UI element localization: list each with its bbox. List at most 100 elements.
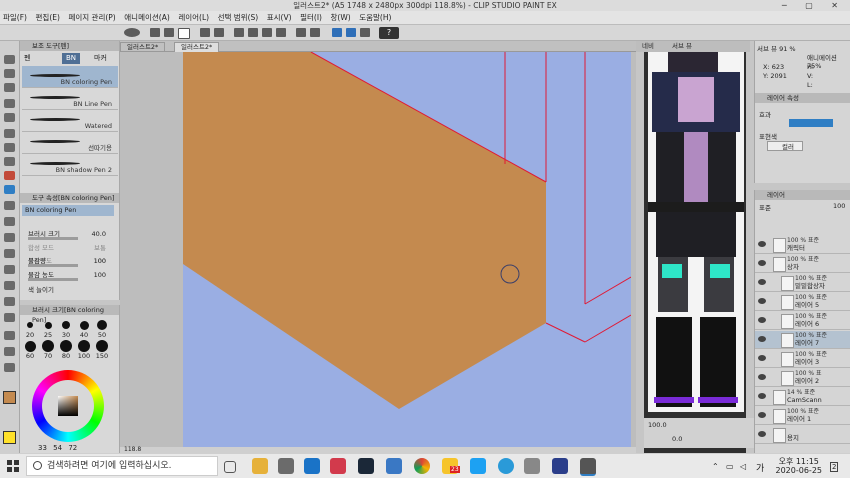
crop-icon[interactable] xyxy=(296,28,306,37)
notification-center-icon[interactable]: 2 xyxy=(830,462,839,472)
layer-row[interactable]: 100 % 표준 레이어 5 xyxy=(755,293,850,311)
layer-row[interactable]: 100 % 표준 레이어 3 xyxy=(755,350,850,368)
balloon-tool-icon[interactable] xyxy=(4,347,15,356)
tab-subview[interactable]: 서브 뷰 xyxy=(672,41,692,52)
brush-item[interactable]: BN Line Pen xyxy=(22,88,118,110)
move-tool-icon[interactable] xyxy=(4,55,15,64)
pen-tool-icon[interactable] xyxy=(4,143,15,152)
chrome-icon[interactable] xyxy=(414,458,430,474)
menu-view[interactable]: 표시(V) xyxy=(264,11,295,25)
steam-icon[interactable] xyxy=(358,458,374,474)
clip-studio-launcher-icon[interactable] xyxy=(524,458,540,474)
tab-bn[interactable]: BN xyxy=(62,53,81,64)
layer-row[interactable]: 100 % 표준 캐릭터 xyxy=(755,236,850,254)
brush-tool-icon[interactable] xyxy=(4,171,15,180)
menu-file[interactable]: 파일(F) xyxy=(0,11,30,25)
brush-item[interactable]: 선따기용 xyxy=(22,132,118,154)
brush-size-dot[interactable] xyxy=(79,320,89,330)
brush-size-dot[interactable] xyxy=(60,340,72,352)
taskbar-search-input[interactable]: 검색하려면 여기에 입력하십시오. xyxy=(26,456,218,476)
app-icon[interactable] xyxy=(330,458,346,474)
twitter-icon[interactable] xyxy=(470,458,486,474)
saturation-value-square[interactable] xyxy=(58,396,78,416)
layer-row[interactable]: 용지 xyxy=(755,426,850,444)
open-folder-icon[interactable] xyxy=(164,28,174,37)
canvas[interactable] xyxy=(183,52,631,447)
menu-page[interactable]: 페이지 관리(P) xyxy=(65,11,118,25)
brush-size-dot[interactable] xyxy=(42,340,54,352)
tab-illust-1[interactable]: 일러스트2* xyxy=(120,42,166,52)
window-controls[interactable]: ─ ▢ ✕ xyxy=(782,0,846,11)
app-icon-2[interactable] xyxy=(552,458,568,474)
correct-line-tool-icon[interactable] xyxy=(4,363,15,372)
task-view-icon[interactable] xyxy=(224,461,236,473)
decoration-tool-icon[interactable] xyxy=(4,201,15,210)
eye-icon[interactable] xyxy=(758,393,766,399)
menu-animation[interactable]: 애니메이션(A) xyxy=(121,11,172,25)
brush-size-dot[interactable] xyxy=(24,340,36,352)
clock[interactable]: 오후 11:15 2020-06-25 xyxy=(776,457,823,475)
brush-item[interactable]: BN shadow Pen 2 xyxy=(22,154,118,176)
menu-selection[interactable]: 선택 범위(S) xyxy=(215,11,262,25)
operation-tool-icon[interactable] xyxy=(4,83,15,92)
eye-icon[interactable] xyxy=(758,355,766,361)
color-mode-select[interactable]: 컬러 xyxy=(767,141,803,151)
color-wheel[interactable] xyxy=(32,370,104,442)
eye-icon[interactable] xyxy=(758,260,766,266)
menu-window[interactable]: 창(W) xyxy=(328,11,354,25)
layer-row[interactable]: 100 % 표준 레이어 1 xyxy=(755,407,850,425)
brush-item[interactable]: BN coloring Pen xyxy=(22,66,118,88)
store-icon[interactable] xyxy=(278,458,294,474)
selection-icon[interactable] xyxy=(310,28,320,37)
property-row[interactable]: 물감량 100 xyxy=(28,255,116,267)
blend-mode[interactable]: 표준 xyxy=(759,202,771,212)
network-icon[interactable]: ▭ xyxy=(726,462,734,471)
eye-icon[interactable] xyxy=(758,279,766,285)
mail-icon[interactable] xyxy=(386,458,402,474)
navigator-preview[interactable] xyxy=(648,52,744,412)
new-file-icon[interactable] xyxy=(150,28,160,37)
edge-icon[interactable] xyxy=(304,458,320,474)
tab-illust-2[interactable]: 일러스트2* xyxy=(174,42,220,52)
brush-size-dot[interactable] xyxy=(62,321,70,329)
property-row[interactable]: 색 늘이기 xyxy=(28,284,116,296)
fill-icon[interactable] xyxy=(262,28,272,37)
figure-tool-icon[interactable] xyxy=(4,281,15,290)
save-icon[interactable] xyxy=(178,28,190,39)
help-button[interactable]: ? xyxy=(379,27,399,39)
property-row[interactable]: 브러시 크기 40.0 xyxy=(28,228,116,240)
brush-size-dot[interactable] xyxy=(96,340,108,352)
eraser-tool-icon[interactable] xyxy=(4,217,15,226)
snap-grid-icon[interactable] xyxy=(346,28,356,37)
eye-icon[interactable] xyxy=(758,336,766,342)
kakaotalk-icon[interactable]: 23 xyxy=(442,458,460,474)
transform-icon[interactable] xyxy=(234,28,244,37)
edge-new-icon[interactable] xyxy=(498,458,514,474)
menu-filter[interactable]: 필터(I) xyxy=(297,11,325,25)
file-explorer-icon[interactable] xyxy=(252,458,268,474)
redo-icon[interactable] xyxy=(214,28,224,37)
menu-help[interactable]: 도움말(H) xyxy=(356,11,394,25)
eye-icon[interactable] xyxy=(758,431,766,437)
ruler-tool-icon[interactable] xyxy=(4,313,15,322)
brush-item[interactable]: Watered xyxy=(22,110,118,132)
layer-row[interactable]: 100 % 표 레이어 2 xyxy=(755,369,850,387)
auto-select-tool-icon[interactable] xyxy=(4,113,15,122)
menu-layer[interactable]: 레이어(L) xyxy=(175,11,212,25)
windows-start-icon[interactable] xyxy=(7,460,19,472)
undo-icon[interactable] xyxy=(200,28,210,37)
eye-icon[interactable] xyxy=(758,412,766,418)
eye-icon[interactable] xyxy=(758,241,766,247)
lasso-tool-icon[interactable] xyxy=(4,99,15,108)
snap-ruler-icon[interactable] xyxy=(332,28,342,37)
navigator-zoom[interactable]: 100.0 xyxy=(648,421,667,429)
property-row[interactable]: 합성 모드 보통 xyxy=(28,242,116,254)
tab-marker[interactable]: 마커 xyxy=(90,53,111,64)
main-color-swatch[interactable] xyxy=(3,391,16,404)
brush-name-field[interactable]: BN coloring Pen xyxy=(22,205,114,216)
frame-tool-icon[interactable] xyxy=(4,297,15,306)
layer-row[interactable]: 14 % 표준 CamScann xyxy=(755,388,850,406)
clear-icon[interactable] xyxy=(248,28,258,37)
tray-chevron-icon[interactable]: ⌃ xyxy=(712,462,719,471)
layer-row[interactable]: 100 % 표준 레이어 6 xyxy=(755,312,850,330)
